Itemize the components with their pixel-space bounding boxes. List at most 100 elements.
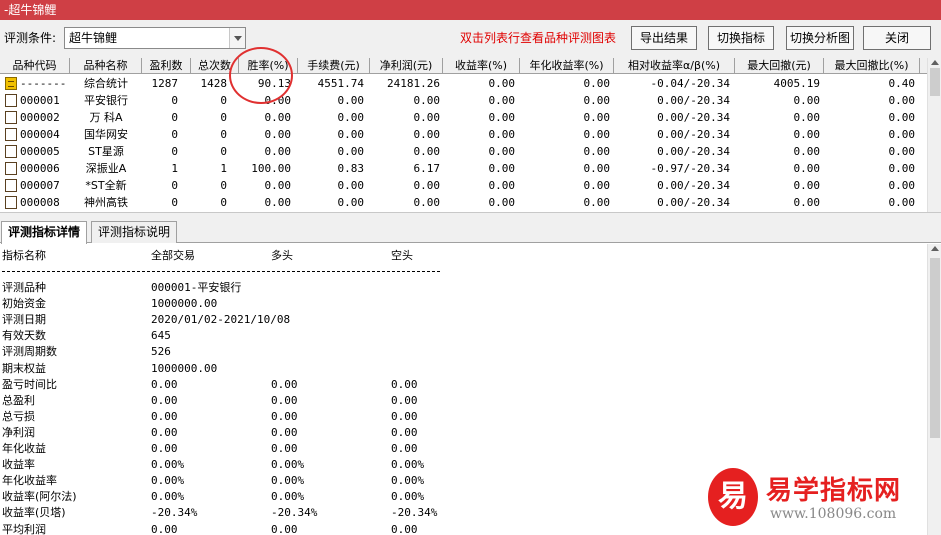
detail-short: 0.00% [391, 474, 425, 488]
table-row[interactable]: ------- 综合统计 1287 1428 90.13 4551.74 24181.26 0… [0, 75, 927, 92]
cell-rel: -0.04/-20.34 [650, 77, 730, 90]
cell-ddr: 0.00 [888, 162, 916, 175]
header-drawdown-ratio[interactable]: 最大回撤比(%) [824, 58, 920, 74]
detail-header-short: 空头 [391, 249, 413, 262]
detail-value: 526 [151, 345, 171, 359]
header-profit[interactable]: 净利润(元) [370, 58, 443, 74]
table-row[interactable]: 000005 ST星源 0 0 0.00 0.00 0.00 0.00 0.00 0.00/-20… [0, 143, 927, 160]
detail-metric-row: 盈亏时间比 0.00 0.00 0.00 [0, 377, 927, 393]
header-win[interactable]: 盈利数 [142, 58, 191, 74]
table-row[interactable]: 000001 平安银行 0 0 0.00 0.00 0.00 0.00 0.00 0.00/-20… [0, 92, 927, 109]
cell-profit: 0.00 [413, 145, 441, 158]
detail-label: 总盈利 [2, 393, 35, 407]
detail-all: 0.00 [151, 442, 178, 455]
detail-info-row: 评测周期数 526 [0, 344, 927, 360]
cell-total: 0 [220, 111, 227, 124]
tab-explain[interactable]: 评测指标说明 [91, 221, 178, 243]
detail-all: 0.00% [151, 458, 185, 472]
cell-ret: 0.00 [488, 128, 516, 141]
detail-label: 评测日期 [2, 313, 46, 327]
detail-label: 净利润 [2, 425, 35, 439]
cell-code: 000007 [20, 179, 60, 192]
header-relative[interactable]: 相对收益率α/β(%) [614, 58, 735, 74]
detail-metric-row: 总亏损 0.00 0.00 0.00 [0, 409, 927, 425]
detail-long: 0.00 [271, 409, 298, 423]
detail-short: -20.34% [391, 506, 438, 520]
detail-info-row: 期末权益 1000000.00 [0, 361, 927, 377]
detail-short: 0.00 [391, 377, 418, 391]
detail-value: 1000000.00 [151, 361, 218, 375]
cell-fee: 0.00 [337, 179, 365, 192]
table-row[interactable]: 000004 国华网安 0 0 0.00 0.00 0.00 0.00 0.00 0.00/-20… [0, 126, 927, 143]
scroll-up-icon[interactable] [931, 246, 939, 251]
cell-win: 0 [171, 94, 178, 107]
detail-label: 初始资金 [2, 297, 46, 311]
export-button[interactable]: 导出结果 [631, 26, 697, 50]
cell-ret: 0.00 [488, 179, 516, 192]
detail-label: 年化收益率 [2, 474, 57, 488]
scroll-up-icon[interactable] [931, 60, 939, 65]
condition-select[interactable]: 超牛锦鲤 [64, 27, 246, 49]
cell-ret: 0.00 [488, 145, 516, 158]
detail-all: 0.00 [151, 409, 178, 423]
cell-name: 综合统计 [84, 77, 128, 90]
cell-dd: 0.00 [793, 162, 821, 175]
switch-indicator-button[interactable]: 切换指标 [708, 26, 774, 50]
chevron-down-icon[interactable] [229, 28, 245, 48]
header-name[interactable]: 品种名称 [70, 58, 142, 74]
cell-rel: -0.97/-20.34 [650, 162, 730, 175]
cell-dd: 0.00 [793, 145, 821, 158]
cell-profit: 0.00 [413, 128, 441, 141]
table-row[interactable]: 000006 深振业A 1 1 100.00 0.83 6.17 0.00 0.00 -0.97/… [0, 160, 927, 177]
close-button[interactable]: 关闭 [863, 26, 931, 50]
detail-label: 评测品种 [2, 281, 46, 294]
detail-scroll-thumb[interactable] [930, 258, 940, 438]
detail-info-row: 初始资金 1000000.00 [0, 296, 927, 312]
detail-long: -20.34% [271, 506, 318, 520]
switch-chart-button[interactable]: 切换分析图 [786, 26, 854, 50]
table-scrollbar[interactable] [927, 58, 941, 212]
header-fee[interactable]: 手续费(元) [298, 58, 370, 74]
header-drawdown[interactable]: 最大回撤(元) [735, 58, 824, 74]
detail-label: 收益率(贝塔) [2, 506, 66, 520]
cell-dd: 4005.19 [773, 77, 820, 90]
table-row[interactable]: 000007 *ST全新 0 0 0.00 0.00 0.00 0.00 0.00 0.00/-2… [0, 177, 927, 194]
cell-total: 0 [220, 145, 227, 158]
cell-name: 国华网安 [84, 128, 128, 141]
cell-code: 000004 [20, 128, 60, 141]
table-row[interactable]: 000008 神州高铁 0 0 0.00 0.00 0.00 0.00 0.00 0.00/-20… [0, 194, 927, 211]
detail-long: 0.00 [271, 425, 298, 439]
cell-annual: 0.00 [583, 128, 611, 141]
detail-scrollbar[interactable] [927, 244, 941, 535]
header-code[interactable]: 品种代码 [0, 58, 70, 74]
cell-fee: 0.00 [337, 128, 365, 141]
table-row[interactable]: 000002 万 科A 0 0 0.00 0.00 0.00 0.00 0.00 0.00/-20… [0, 109, 927, 126]
cell-annual: 0.00 [583, 145, 611, 158]
detail-all: 0.00% [151, 490, 185, 504]
cell-win: 0 [171, 196, 178, 209]
table-scroll-thumb[interactable] [930, 68, 940, 96]
win-rate-highlight-circle [229, 47, 293, 104]
tab-detail[interactable]: 评测指标详情 [1, 221, 88, 244]
detail-all: 0.00 [151, 522, 178, 535]
cell-profit: 24181.26 [387, 77, 440, 90]
cell-annual: 0.00 [583, 77, 611, 90]
detail-info-row: 评测日期 2020/01/02-2021/10/08 [0, 312, 927, 328]
splitter[interactable] [0, 212, 941, 220]
watermark-logo: 易 [708, 468, 758, 526]
cell-name: 平安银行 [84, 94, 128, 107]
cell-win: 0 [171, 145, 178, 158]
cell-total: 0 [220, 128, 227, 141]
cell-ret: 0.00 [488, 111, 516, 124]
cell-annual: 0.00 [583, 162, 611, 175]
tab-bar: 评测指标详情 评测指标说明 [0, 220, 941, 244]
cell-rel: 0.00/-20.34 [657, 128, 730, 141]
detail-all: 0.00 [151, 377, 178, 391]
detail-short: 0.00 [391, 522, 418, 535]
cell-rel: 0.00/-20.34 [657, 145, 730, 158]
detail-long: 0.00 [271, 522, 298, 535]
cell-fee: 0.00 [337, 111, 365, 124]
cell-code: 000002 [20, 111, 60, 124]
header-annual[interactable]: 年化收益率(%) [520, 58, 614, 74]
header-return[interactable]: 收益率(%) [443, 58, 520, 74]
